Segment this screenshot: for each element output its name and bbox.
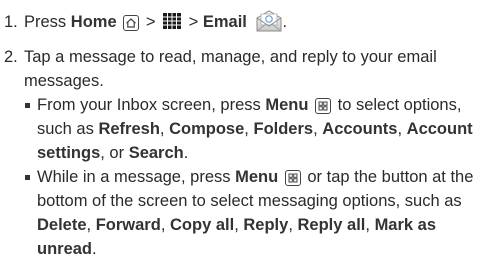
option-refresh: Refresh [98,120,160,138]
bullet-marker [25,175,30,180]
apps-grid-icon [162,12,182,30]
text-fragment: , [288,216,293,234]
step-text: Press [24,13,67,31]
option-reply-all: Reply all [297,216,366,234]
home-icon [123,15,140,31]
text-fragment: . [92,240,97,258]
menu-key-icon [315,98,332,114]
text-fragment: , [365,216,370,234]
menu-key-icon [284,170,301,186]
step-1: 1. Press Home > > Email . [4,9,287,34]
option-forward: Forward [95,216,161,234]
text-fragment: , [160,216,166,234]
menu-key-label: Menu [265,96,309,114]
step-number: 1. [4,13,18,31]
text-fragment: . [183,144,189,162]
bullet-text: While in a message, press Menu or tap th… [37,165,482,261]
arrow-separator: > [145,13,156,31]
option-accounts: Accounts [322,120,398,138]
option-search: Search [128,144,184,162]
text-fragment: , [244,120,249,138]
manual-page: 1. Press Home > > Email . 2. Tap a messa… [0,0,485,262]
option-folders: Folders [253,120,314,138]
email-app-icon [255,9,283,33]
menu-key-label: Menu [235,168,279,186]
text-fragment: , [234,216,239,234]
option-copy-all: Copy all [170,216,235,234]
step-2: 2. Tap a message to read, manage, and re… [4,45,474,90]
text-fragment: , [397,120,403,138]
text-fragment: , [86,216,92,234]
home-key-label: Home [70,13,117,31]
text-fragment: From your Inbox screen, press [37,96,261,114]
period: . [282,13,288,31]
option-delete: Delete [37,216,87,234]
bullet-marker [25,103,30,108]
option-compose: Compose [169,120,245,138]
step-text: Tap a message to read, manage, and reply… [24,48,437,90]
step-number: 2. [4,48,18,66]
text-fragment: , or [100,144,125,162]
text-fragment: , [313,120,318,138]
bullet-text: From your Inbox screen, press Menu to se… [37,93,482,165]
option-reply: Reply [243,216,289,234]
email-label: Email [202,13,247,31]
text-fragment: While in a message, press [37,168,231,186]
arrow-separator: > [188,13,199,31]
text-fragment: , [159,120,165,138]
